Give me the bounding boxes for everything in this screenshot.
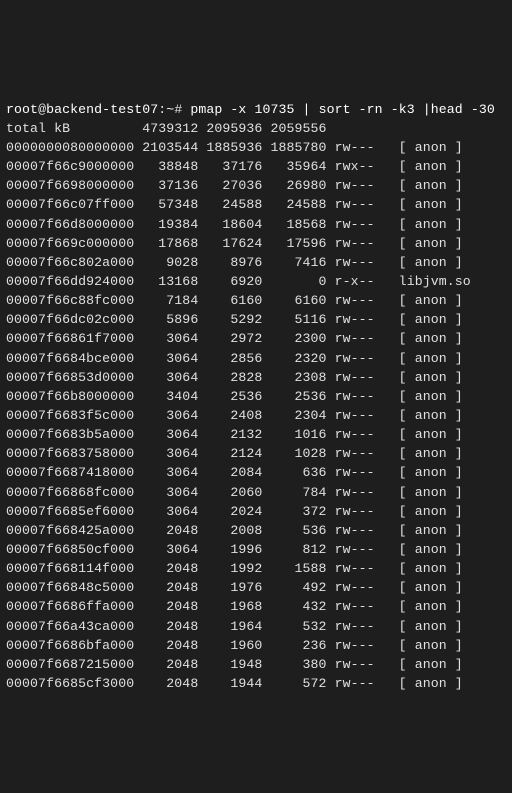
pmap-total-line: total kB 4739312 2095936 2059556: [6, 121, 327, 136]
pmap-rows: 0000000080000000 2103544 1885936 1885780…: [6, 140, 471, 691]
terminal-output[interactable]: root@backend-test07:~# pmap -x 10735 | s…: [0, 96, 512, 697]
prompt-symbol: #: [174, 102, 182, 117]
prompt-host: backend-test07: [46, 102, 158, 117]
command-text: pmap -x 10735 | sort -rn -k3 |head -30: [190, 102, 495, 117]
prompt-user: root: [6, 102, 38, 117]
prompt-line: root@backend-test07:~# pmap -x 10735 | s…: [6, 102, 495, 117]
